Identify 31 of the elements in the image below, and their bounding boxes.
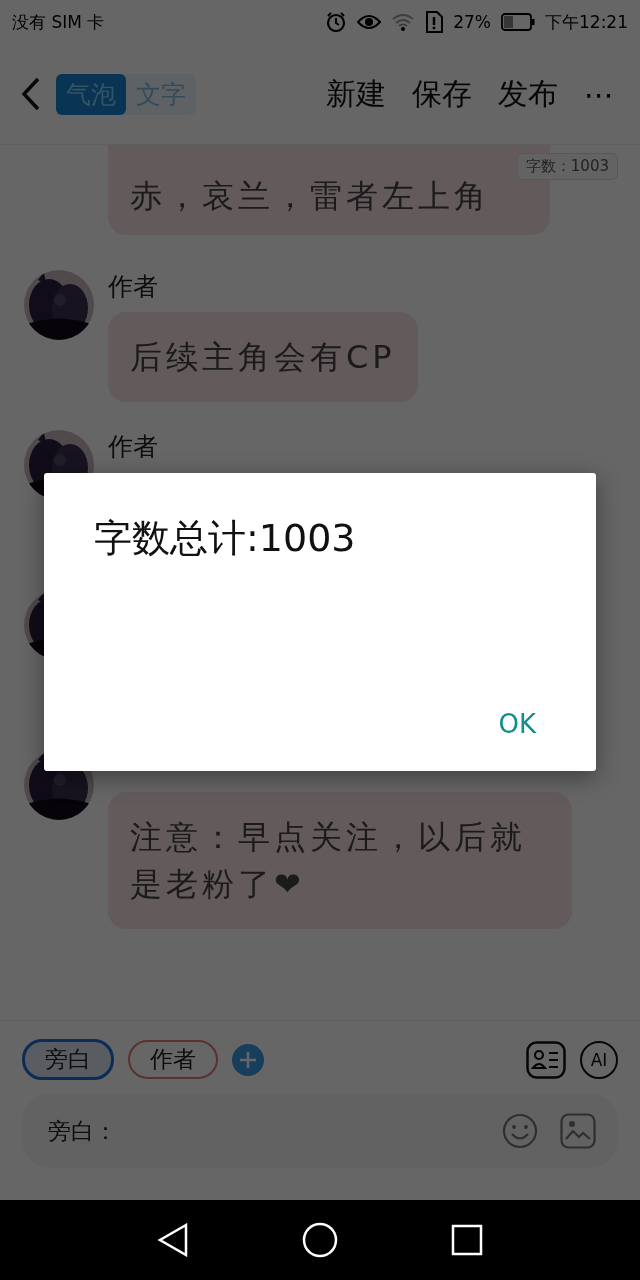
back-triangle-icon[interactable] xyxy=(156,1223,189,1257)
clock-time: 下午12:21 xyxy=(545,10,628,34)
input-field[interactable]: 旁白： xyxy=(22,1094,618,1168)
role-chip[interactable]: 旁白 xyxy=(22,1039,114,1080)
action-button[interactable]: 保存 xyxy=(406,73,478,115)
sender-name: 作者 xyxy=(108,271,158,303)
more-button[interactable]: ⋯ xyxy=(578,76,620,112)
message-bubble: 注意：早点关注，以后就是老粉了❤ xyxy=(108,792,572,930)
sender-name: 作者 xyxy=(108,431,158,464)
dialog-message: 字数总计:1003 xyxy=(94,515,357,562)
word-count-badge: 字数：1003 xyxy=(516,153,618,180)
carrier-text: 没有 SIM 卡 xyxy=(12,10,105,34)
smiley-icon[interactable] xyxy=(502,1113,538,1149)
contact-card-icon[interactable] xyxy=(526,1040,566,1079)
sim-alert-icon xyxy=(425,11,444,33)
home-circle-icon[interactable] xyxy=(302,1222,338,1258)
action-button[interactable]: 新建 xyxy=(320,73,392,115)
ok-button[interactable]: OK xyxy=(488,705,546,743)
image-icon[interactable] xyxy=(560,1113,596,1149)
back-icon[interactable] xyxy=(20,76,42,112)
alarm-clock-icon xyxy=(325,11,348,33)
battery-icon xyxy=(501,13,535,31)
add-icon[interactable] xyxy=(232,1043,264,1076)
battery-percent: 27% xyxy=(453,12,491,32)
ai-button[interactable]: AI xyxy=(580,1040,618,1079)
wifi-icon xyxy=(391,13,416,31)
message-bubble: 后续主角会有CP xyxy=(108,312,418,403)
recents-square-icon[interactable] xyxy=(451,1224,484,1256)
role-chip[interactable]: 作者 xyxy=(128,1040,218,1079)
eye-icon xyxy=(357,13,382,31)
action-button[interactable]: 发布 xyxy=(492,73,564,115)
